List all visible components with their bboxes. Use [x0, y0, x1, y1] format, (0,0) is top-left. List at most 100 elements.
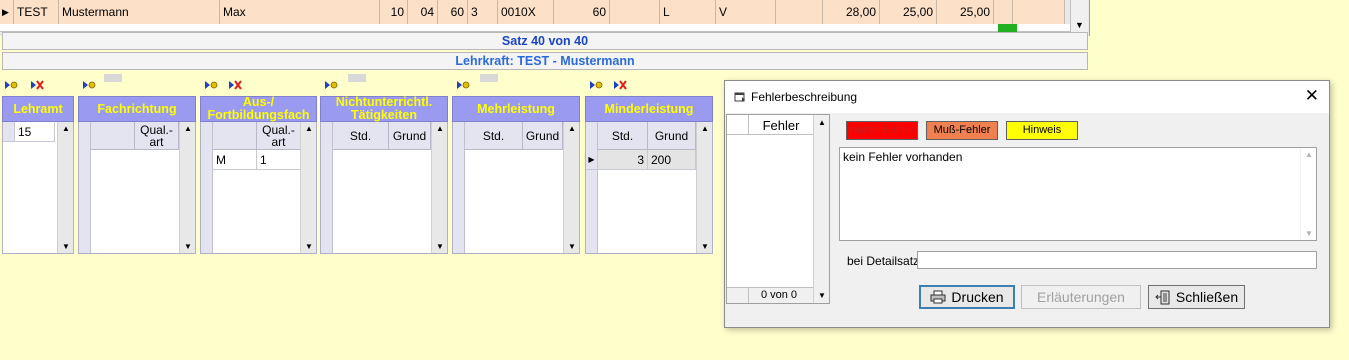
- teacher-label: Lehrkraft: TEST - Mustermann: [2, 52, 1088, 70]
- fach-cell[interactable]: M: [213, 150, 257, 170]
- table-row[interactable]: ▶ TEST Mustermann Max 10 04 60 3 0010X 6…: [0, 0, 1065, 24]
- grid-cell[interactable]: 60: [438, 0, 468, 24]
- grid-cell[interactable]: 3: [468, 0, 498, 24]
- grid-cell[interactable]: 10: [380, 0, 408, 24]
- error-description[interactable]: kein Fehler vorhanden ▲ ▼: [839, 147, 1317, 241]
- panel-mehrleistung: Mehrleistung Std. Grund ▲ ▼: [452, 74, 580, 254]
- add-record-icon[interactable]: [589, 79, 603, 91]
- vertical-scrollbar[interactable]: ▼: [1070, 0, 1088, 32]
- vertical-scrollbar[interactable]: ▲ ▼: [813, 115, 829, 303]
- grid-cell[interactable]: Max: [220, 0, 380, 24]
- legend-must-error: Muß-Fehler: [926, 121, 998, 140]
- delete-record-icon[interactable]: [30, 79, 44, 91]
- panel-title: Lehramt: [2, 96, 74, 122]
- list-header: Fehler: [762, 118, 800, 133]
- add-record-icon[interactable]: [324, 79, 338, 91]
- column-header: [91, 122, 135, 150]
- row-indicator-column: [586, 122, 598, 253]
- row-indicator-column: [201, 122, 213, 253]
- scroll-up-icon[interactable]: ▲: [818, 118, 826, 127]
- delete-record-icon[interactable]: [613, 79, 627, 91]
- column-header: Std.: [598, 122, 648, 150]
- column-header: Std.: [333, 122, 389, 150]
- scroll-up-icon[interactable]: ▲: [436, 124, 444, 133]
- scroll-down-icon[interactable]: ▼: [184, 242, 192, 251]
- table-row[interactable]: [0, 24, 1070, 32]
- vertical-scrollbar[interactable]: ▲ ▼: [696, 122, 712, 253]
- scroll-down-icon[interactable]: ▼: [701, 242, 709, 251]
- current-row-icon: ▶: [586, 150, 598, 170]
- grid-cell[interactable]: 25,00: [937, 0, 994, 24]
- column-header: Qual.- art: [135, 122, 179, 150]
- add-record-icon[interactable]: [456, 79, 470, 91]
- scroll-up-icon[interactable]: ▲: [701, 124, 709, 133]
- panel-title: Aus-/ Fortbildungsfach: [200, 96, 317, 122]
- delete-record-icon[interactable]: [228, 79, 242, 91]
- grid-cell[interactable]: [1013, 0, 1065, 24]
- explain-label: Erläuterungen: [1037, 289, 1125, 305]
- status-marker: [998, 24, 1017, 32]
- row-indicator: [3, 122, 15, 142]
- grid-cell[interactable]: V: [716, 0, 776, 24]
- vertical-scrollbar[interactable]: ▲ ▼: [179, 122, 195, 253]
- grid-cell[interactable]: L: [660, 0, 716, 24]
- scroll-up-icon[interactable]: ▲: [568, 124, 576, 133]
- error-list[interactable]: Fehler ▲ ▼ 0 von 0: [726, 114, 830, 304]
- error-text: kein Fehler vorhanden: [843, 150, 963, 164]
- scroll-down-icon[interactable]: ▼: [568, 242, 576, 251]
- legend-hard-error: Harter Fehler: [846, 121, 918, 140]
- scroll-down-icon[interactable]: ▼: [818, 291, 826, 300]
- grid-cell[interactable]: 04: [408, 0, 438, 24]
- legend-hint: Hinweis: [1006, 121, 1078, 140]
- grid-cell[interactable]: [776, 0, 823, 24]
- grid-cell[interactable]: 25,00: [880, 0, 937, 24]
- scroll-down-icon[interactable]: ▼: [1075, 20, 1084, 30]
- dialog-titlebar[interactable]: Fehlerbeschreibung ✕: [725, 81, 1329, 113]
- explain-button[interactable]: Erläuterungen: [1021, 285, 1141, 309]
- qualart-cell[interactable]: 1: [257, 150, 301, 170]
- grid-cell[interactable]: 0010X: [498, 0, 554, 24]
- close-icon[interactable]: ✕: [1305, 87, 1319, 104]
- scroll-up-icon[interactable]: ▲: [184, 124, 192, 133]
- vertical-scrollbar[interactable]: ▲ ▼: [300, 122, 316, 253]
- panel-fachrichtung: Fachrichtung Qual.- art ▲ ▼: [78, 74, 196, 254]
- scroll-down-icon[interactable]: ▼: [436, 242, 444, 251]
- scroll-up-icon[interactable]: ▲: [1305, 150, 1313, 159]
- printer-icon: [930, 290, 946, 304]
- grid-cell[interactable]: [610, 0, 660, 24]
- vertical-scrollbar[interactable]: ▲ ▼: [431, 122, 447, 253]
- column-header: Grund: [648, 122, 696, 150]
- scroll-down-icon[interactable]: ▼: [1305, 229, 1313, 238]
- column-header: Qual.- art: [257, 122, 301, 150]
- toolbar-placeholder: [104, 74, 122, 82]
- grid-cell[interactable]: Mustermann: [59, 0, 220, 24]
- grid-cell[interactable]: [994, 0, 1013, 24]
- lehramt-cell[interactable]: 15: [15, 122, 55, 142]
- scroll-down-icon[interactable]: ▼: [305, 242, 313, 251]
- panel-minderleistung: Minderleistung Std. Grund ▶ 3 200 ▲ ▼: [585, 74, 713, 254]
- grid-cell[interactable]: 60: [554, 0, 610, 24]
- std-cell[interactable]: 3: [598, 150, 648, 170]
- dialog-title: Fehlerbeschreibung: [751, 90, 858, 104]
- add-record-icon[interactable]: [82, 79, 96, 91]
- vertical-scrollbar[interactable]: ▲ ▼: [563, 122, 579, 253]
- print-button[interactable]: Drucken: [919, 285, 1015, 309]
- record-counter: Satz 40 von 40: [2, 32, 1088, 50]
- add-record-icon[interactable]: [4, 79, 18, 91]
- row-indicator-column: [321, 122, 333, 253]
- detail-label: bei Detailsatz:: [847, 254, 923, 268]
- vertical-scrollbar[interactable]: ▲ ▼: [57, 122, 73, 253]
- vertical-scrollbar[interactable]: ▲ ▼: [1300, 148, 1316, 240]
- grid-cell[interactable]: TEST: [14, 0, 59, 24]
- add-record-icon[interactable]: [204, 79, 218, 91]
- grund-cell[interactable]: 200: [648, 150, 696, 170]
- scroll-up-icon[interactable]: ▲: [305, 124, 313, 133]
- scroll-down-icon[interactable]: ▼: [62, 242, 70, 251]
- panel-nichtunterricht: Nichtunterrichtl. Tätigkeiten Std. Grund…: [320, 74, 448, 254]
- column-header: Grund: [523, 122, 563, 150]
- scroll-up-icon[interactable]: ▲: [62, 124, 70, 133]
- grid-cell[interactable]: 28,00: [823, 0, 880, 24]
- close-button[interactable]: Schließen: [1148, 285, 1245, 309]
- panel-title: Fachrichtung: [78, 96, 196, 122]
- detail-field[interactable]: [917, 251, 1317, 269]
